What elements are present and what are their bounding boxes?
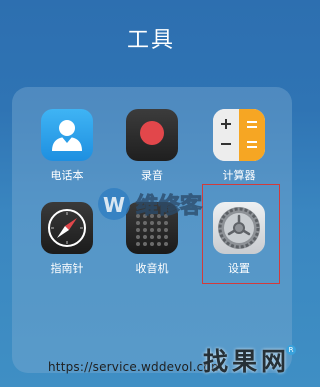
app-recorder[interactable]: 录音 (112, 109, 192, 182)
recorder-icon[interactable] (126, 109, 178, 161)
compass-icon[interactable] (41, 202, 93, 254)
registered-icon: R (286, 345, 296, 355)
app-label: 电话本 (50, 169, 84, 182)
app-label: 收音机 (135, 262, 169, 275)
app-contacts[interactable]: 电话本 (27, 109, 107, 182)
folder-title: 工具 (126, 28, 175, 53)
watermark-logo-text: 维修客 (136, 193, 203, 219)
watermark-url: https://service.wddevol.com (48, 360, 223, 374)
app-calculator[interactable]: 计算器 (199, 109, 279, 182)
watermark-logo: W 维修客 (96, 184, 216, 224)
calculator-icon[interactable] (213, 109, 265, 161)
app-label: 计算器 (222, 169, 256, 182)
contacts-icon[interactable] (41, 109, 93, 161)
app-label: 录音 (141, 169, 163, 182)
app-compass[interactable]: 指南针 (27, 202, 107, 275)
svg-text:W: W (103, 193, 125, 217)
app-label: 指南针 (50, 262, 84, 275)
watermark-brand: 找果网 (202, 347, 290, 376)
